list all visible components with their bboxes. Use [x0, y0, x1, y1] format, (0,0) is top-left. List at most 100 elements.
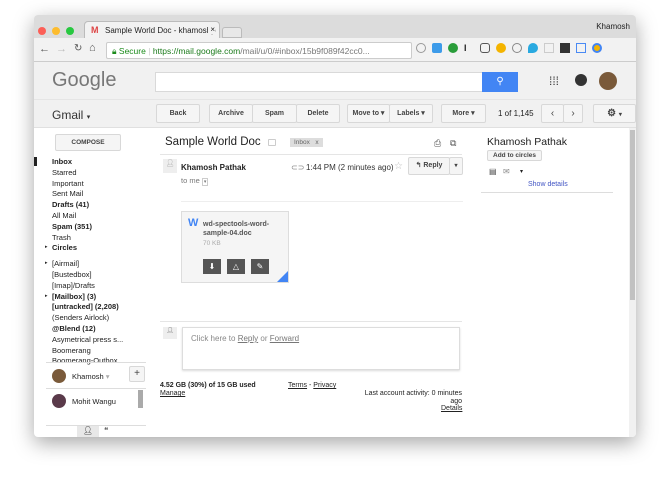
move-to-button[interactable]: Move to ▾ — [347, 104, 390, 123]
delete-button[interactable]: Delete — [296, 104, 340, 123]
extension-icon[interactable] — [528, 43, 538, 53]
next-button[interactable]: › — [563, 104, 583, 123]
archive-button[interactable]: Archive — [209, 104, 253, 123]
sidebar-item[interactable]: [untracked] (2,208) — [52, 302, 119, 311]
sidebar-item[interactable]: Spam (351) — [52, 222, 92, 231]
spam-button[interactable]: Spam — [252, 104, 297, 123]
sidebar-item[interactable]: Boomerang — [52, 346, 91, 355]
avatar[interactable] — [599, 72, 617, 90]
gmail-menu[interactable]: Gmail — [52, 108, 83, 122]
reply-box[interactable]: Click here to Reply or Forward — [182, 327, 460, 370]
sidebar-item[interactable]: Sent Mail — [52, 189, 83, 198]
sidebar-item[interactable]: All Mail — [52, 211, 76, 220]
attachment-card[interactable]: W wd-spectools-word-sample-04.doc 70 KB … — [181, 211, 289, 283]
add-to-circles-button[interactable]: Add to circles — [487, 150, 542, 161]
save-to-drive-icon[interactable]: △ — [227, 259, 245, 274]
extension-icon[interactable] — [496, 43, 506, 53]
sidebar-item[interactable]: Trash — [52, 233, 71, 242]
notifications-icon[interactable] — [575, 74, 587, 86]
scrollbar[interactable] — [138, 390, 143, 408]
label-chip: Inbox — [294, 139, 310, 146]
gear-icon: ⚙ — [607, 108, 617, 119]
edit-icon[interactable]: ✎ — [251, 259, 269, 274]
chat-contact[interactable]: Mohit Wangu — [72, 397, 116, 406]
extension-icon[interactable] — [544, 43, 554, 53]
add-chat-button[interactable]: + — [129, 366, 145, 382]
home-icon[interactable]: ⌂ — [89, 42, 96, 54]
extension-icon[interactable] — [560, 43, 570, 53]
reply-link[interactable]: Reply — [238, 334, 258, 343]
extension-icon[interactable] — [480, 43, 490, 53]
sidebar-item[interactable]: Asymetrical press s... — [52, 335, 123, 344]
close-window-button[interactable] — [38, 27, 46, 35]
sidebar-item[interactable]: [Imap]/Drafts — [52, 281, 95, 290]
sender-name[interactable]: Khamosh Pathak — [181, 163, 246, 172]
scrollbar-track[interactable] — [629, 128, 636, 437]
download-icon[interactable]: ⬇ — [203, 259, 221, 274]
close-tab-icon[interactable]: × — [208, 25, 215, 34]
hangouts-tab-icon[interactable]: ❝ — [104, 426, 108, 435]
minimize-window-button[interactable] — [52, 27, 60, 35]
contact-card-icon[interactable]: ▤ — [489, 167, 497, 176]
apps-grid-icon[interactable]: ⁞⁞⁞ — [549, 74, 559, 88]
prev-button[interactable]: ‹ — [541, 104, 564, 123]
remove-label-icon[interactable]: x — [315, 139, 318, 146]
sidebar-item[interactable]: Starred — [52, 168, 77, 177]
url-input[interactable]: 🔒︎ Secure | https://mail.google.com/mail… — [106, 42, 412, 59]
manage-link[interactable]: Manage — [160, 390, 185, 397]
sidebar-item[interactable]: Boomerang-Outbox — [52, 356, 117, 365]
expand-arrow-icon[interactable]: ▸ — [45, 293, 48, 299]
maximize-window-button[interactable] — [66, 27, 74, 35]
sidebar-item[interactable]: (Senders Airlock) — [52, 313, 109, 322]
star-icon[interactable]: ☆ — [394, 161, 403, 172]
compose-button[interactable]: COMPOSE — [55, 134, 121, 151]
extension-icon[interactable] — [432, 43, 442, 53]
forward-link[interactable]: Forward — [270, 334, 299, 343]
importance-marker-icon[interactable] — [268, 139, 276, 146]
search-input[interactable] — [155, 72, 483, 92]
google-logo[interactable]: Google — [52, 69, 117, 92]
profile-name[interactable]: Khamosh — [596, 22, 630, 31]
show-details-link[interactable]: Show details — [528, 181, 568, 188]
details-link[interactable]: Details — [441, 405, 462, 412]
sidebar-item[interactable]: [Airmail] — [52, 259, 79, 268]
extension-icon[interactable] — [416, 43, 426, 53]
show-details-toggle[interactable]: ▾ — [201, 178, 209, 186]
reply-button[interactable]: ↰ Reply — [408, 157, 450, 175]
extension-icon[interactable] — [592, 43, 602, 53]
recipients: to me — [181, 176, 200, 185]
extension-icon[interactable]: I — [464, 43, 474, 53]
reload-icon[interactable]: ↻ — [74, 43, 82, 54]
extension-icon[interactable] — [576, 43, 586, 53]
sidebar-item[interactable]: Drafts (41) — [52, 200, 89, 209]
sidebar-item[interactable]: [Bustedbox] — [52, 270, 92, 279]
forward-arrow-icon[interactable]: → — [56, 43, 67, 55]
new-window-icon[interactable]: ⧉ — [450, 138, 456, 149]
scrollbar-thumb[interactable] — [630, 130, 635, 300]
contacts-tab-icon[interactable]: 👤︎ — [77, 426, 99, 437]
terms-link[interactable]: Terms — [288, 382, 307, 389]
browser-tab[interactable]: M Sample World Doc - khamoshp × — [84, 21, 220, 38]
back-arrow-icon[interactable]: ← — [39, 43, 50, 55]
labels-button[interactable]: Labels ▾ — [389, 104, 433, 123]
search-button[interactable]: ⚲ — [482, 72, 518, 92]
reply-more-button[interactable]: ▾ — [449, 157, 463, 175]
settings-button[interactable]: ⚙ ▾ — [593, 104, 636, 123]
sidebar-item[interactable]: @Blend (12) — [52, 324, 96, 333]
sidebar-item[interactable]: [Mailbox] (3) — [52, 292, 96, 301]
sidebar-item[interactable]: Circles — [52, 243, 77, 252]
expand-arrow-icon[interactable]: ▸ — [45, 244, 48, 250]
more-button[interactable]: More ▾ — [441, 104, 486, 123]
sidebar-item[interactable]: Inbox — [52, 157, 72, 166]
chat-user-name[interactable]: Khamosh — [72, 372, 104, 381]
privacy-link[interactable]: Privacy — [313, 382, 336, 389]
email-icon[interactable]: ✉ — [503, 167, 510, 176]
extension-icon[interactable] — [448, 43, 458, 53]
back-button[interactable]: Back — [156, 104, 200, 123]
print-icon[interactable]: ⎙ — [434, 138, 441, 149]
new-tab-button[interactable] — [222, 27, 242, 38]
sidebar-item[interactable]: Important — [52, 179, 84, 188]
expand-arrow-icon[interactable]: ▸ — [45, 260, 48, 266]
chevron-down-icon[interactable]: ▾ — [520, 168, 523, 175]
extension-icon[interactable] — [512, 43, 522, 53]
